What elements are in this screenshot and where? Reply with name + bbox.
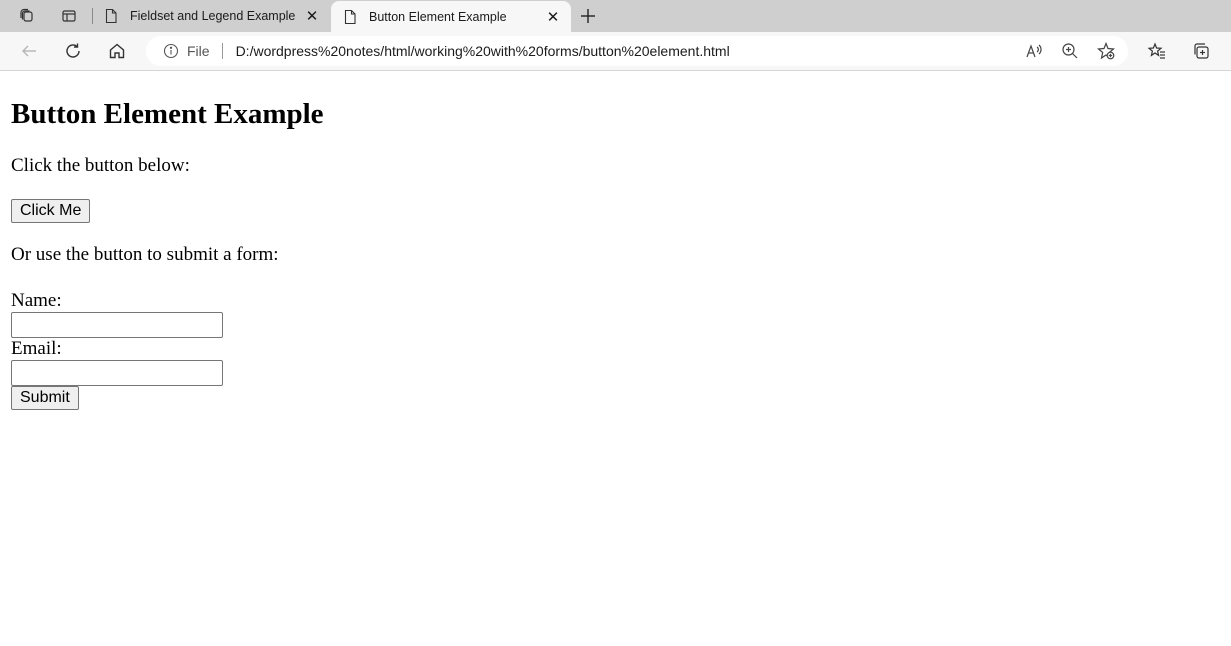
scheme-label: File bbox=[187, 43, 210, 59]
close-tab-icon[interactable]: ✕ bbox=[543, 7, 563, 27]
close-tab-icon[interactable]: ✕ bbox=[302, 6, 322, 26]
page-heading: Button Element Example bbox=[11, 98, 324, 130]
tab-strip: Fieldset and Legend Example ✕ Button Ele… bbox=[0, 0, 1231, 32]
tab-fieldset-legend[interactable]: Fieldset and Legend Example ✕ bbox=[92, 0, 330, 32]
page-content: Button Element Example Click the button … bbox=[0, 96, 1231, 410]
tab-actions-icon[interactable] bbox=[56, 5, 82, 27]
address-bar[interactable]: File D:/wordpress%20notes/html/working%2… bbox=[146, 36, 1128, 66]
name-label: Name: bbox=[11, 290, 62, 311]
collections-icon[interactable] bbox=[1188, 40, 1214, 62]
name-input[interactable] bbox=[11, 312, 223, 338]
browser-toolbar: File D:/wordpress%20notes/html/working%2… bbox=[0, 32, 1231, 71]
favorites-icon[interactable] bbox=[1144, 40, 1170, 62]
submit-button[interactable]: Submit bbox=[11, 386, 79, 410]
read-aloud-icon[interactable] bbox=[1024, 42, 1044, 60]
back-arrow-icon[interactable] bbox=[16, 40, 42, 62]
address-divider bbox=[221, 43, 223, 59]
tab-title: Fieldset and Legend Example bbox=[130, 9, 296, 23]
tab-title: Button Element Example bbox=[369, 9, 507, 24]
add-favorite-icon[interactable] bbox=[1096, 42, 1116, 60]
home-icon[interactable] bbox=[104, 40, 130, 62]
info-icon[interactable] bbox=[163, 43, 179, 59]
click-me-button[interactable]: Click Me bbox=[11, 199, 91, 223]
workspaces-icon[interactable] bbox=[14, 5, 40, 27]
plus-icon[interactable] bbox=[576, 4, 600, 28]
email-label: Email: bbox=[11, 338, 62, 359]
contact-form: Name: Email: Submit bbox=[11, 290, 1220, 410]
email-input[interactable] bbox=[11, 360, 223, 386]
tab-button-element[interactable]: Button Element Example ✕ bbox=[331, 1, 571, 32]
page-icon bbox=[343, 9, 357, 25]
form-intro-text: Or use the button to submit a form: bbox=[11, 244, 279, 265]
refresh-icon[interactable] bbox=[60, 40, 86, 62]
intro-text: Click the button below: bbox=[11, 155, 190, 176]
zoom-icon[interactable] bbox=[1060, 42, 1080, 60]
page-icon bbox=[104, 8, 118, 24]
url-text[interactable]: D:/wordpress%20notes/html/working%20with… bbox=[236, 43, 730, 59]
